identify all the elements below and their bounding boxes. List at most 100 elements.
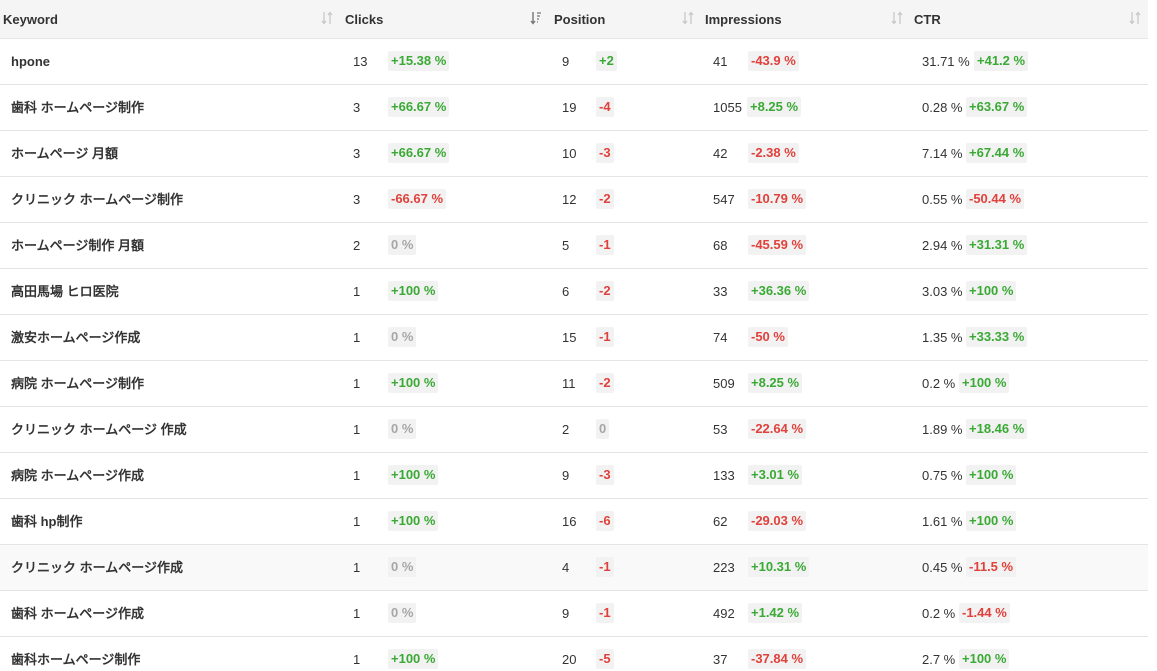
clicks-change-badge: +100 % — [388, 373, 439, 393]
position-value: 19 — [562, 100, 577, 115]
clicks-change-badge: 0 % — [388, 235, 417, 255]
impressions-change-badge: +8.25 % — [748, 373, 803, 393]
impressions-change-badge: -22.64 % — [748, 419, 807, 439]
impressions-change-badge: -50 % — [748, 327, 788, 347]
impressions-value: 547 — [713, 192, 735, 207]
ctr-change-badge: +67.44 % — [966, 143, 1028, 163]
table-body: hpone 13 +15.38 % 9 +2 41 -43.9 % 31.71 % +41.2 … — [0, 39, 1148, 671]
table-row[interactable]: 高田馬場 ヒロ医院 1 +100 % 6 -2 33 +36.36 % 3.03 % +100 … — [0, 269, 1148, 315]
table-row[interactable]: クリニック ホームページ制作 3 -66.67 % 12 -2 547 -10.79 % 0.… — [0, 177, 1148, 223]
clicks-value: 1 — [353, 284, 361, 299]
table-row[interactable]: クリニック ホームページ作成 1 0 % 4 -1 223 +10.31 % 0.45 % -1… — [0, 545, 1148, 591]
table-row[interactable]: hpone 13 +15.38 % 9 +2 41 -43.9 % 31.71 % +41.2 … — [0, 39, 1148, 85]
keyword-cell: クリニック ホームページ 作成 — [11, 422, 187, 437]
keyword-cell: クリニック ホームページ制作 — [11, 192, 183, 207]
clicks-change-badge: +66.67 % — [388, 143, 450, 163]
ctr-value: 0.45 % — [922, 560, 963, 575]
position-value: 9 — [562, 468, 570, 483]
clicks-change-badge: +15.38 % — [388, 51, 450, 71]
sort-neutral-icon[interactable] — [321, 11, 333, 25]
table-row[interactable]: 歯科ホームページ制作 1 +100 % 20 -5 37 -37.84 % 2.7 % +100… — [0, 637, 1148, 671]
impressions-change-badge: -29.03 % — [748, 511, 807, 531]
table-row[interactable]: 激安ホームページ作成 1 0 % 15 -1 74 -50 % 1.35 % +33.33 % — [0, 315, 1148, 361]
sort-neutral-icon[interactable] — [891, 11, 903, 25]
impressions-value: 68 — [713, 238, 728, 253]
clicks-change-badge: -66.67 % — [388, 189, 447, 209]
table-row[interactable]: ホームページ制作 月額 2 0 % 5 -1 68 -45.59 % 2.94 % +31.31… — [0, 223, 1148, 269]
table-row[interactable]: ホームページ 月額 3 +66.67 % 10 -3 42 -2.38 % 7.14 % +67… — [0, 131, 1148, 177]
impressions-value: 492 — [713, 606, 735, 621]
clicks-value: 1 — [353, 468, 361, 483]
ctr-change-badge: +100 % — [966, 281, 1017, 301]
ctr-change-badge: +100 % — [959, 649, 1010, 669]
ctr-value: 3.03 % — [922, 284, 963, 299]
impressions-value: 1055 — [713, 100, 742, 115]
ctr-change-badge: +31.31 % — [966, 235, 1028, 255]
column-header-impressions[interactable]: Impressions — [705, 0, 782, 38]
clicks-value: 3 — [353, 100, 361, 115]
impressions-change-badge: -2.38 % — [748, 143, 799, 163]
clicks-change-badge: 0 % — [388, 327, 417, 347]
position-value: 20 — [562, 652, 577, 667]
ctr-change-badge: +63.67 % — [966, 97, 1028, 117]
clicks-value: 1 — [353, 560, 361, 575]
position-change-badge: -6 — [596, 511, 614, 531]
keyword-cell: 病院 ホームページ作成 — [11, 468, 144, 483]
clicks-change-badge: +100 % — [388, 649, 439, 669]
position-change-badge: -1 — [596, 603, 614, 623]
sort-neutral-icon[interactable] — [1129, 11, 1141, 25]
ctr-value: 1.35 % — [922, 330, 963, 345]
table-row[interactable]: 歯科 hp制作 1 +100 % 16 -6 62 -29.03 % 1.61 % +100 % — [0, 499, 1148, 545]
keyword-cell: 歯科ホームページ制作 — [11, 652, 141, 667]
ctr-value: 7.14 % — [922, 146, 963, 161]
sort-neutral-icon[interactable] — [682, 11, 694, 25]
position-change-badge: -1 — [596, 557, 614, 577]
clicks-value: 1 — [353, 376, 361, 391]
clicks-value: 1 — [353, 330, 361, 345]
impressions-value: 62 — [713, 514, 728, 529]
ctr-value: 0.2 % — [922, 606, 956, 621]
ctr-value: 31.71 % — [922, 54, 970, 69]
table-row[interactable]: 歯科 ホームページ作成 1 0 % 9 -1 492 +1.42 % 0.2 % -1.44 % — [0, 591, 1148, 637]
impressions-change-badge: -45.59 % — [748, 235, 807, 255]
position-change-badge: -2 — [596, 281, 614, 301]
keyword-table: Keyword Clicks Position Impressions CTR … — [0, 0, 1148, 671]
sort-descending-icon[interactable] — [530, 11, 542, 25]
position-value: 16 — [562, 514, 577, 529]
clicks-change-badge: +66.67 % — [388, 97, 450, 117]
ctr-value: 0.75 % — [922, 468, 963, 483]
position-value: 9 — [562, 606, 570, 621]
position-value: 6 — [562, 284, 570, 299]
position-change-badge: 0 — [596, 419, 610, 439]
column-header-position[interactable]: Position — [554, 0, 605, 38]
ctr-value: 1.61 % — [922, 514, 963, 529]
clicks-value: 1 — [353, 652, 361, 667]
clicks-value: 1 — [353, 514, 361, 529]
position-change-badge: -1 — [596, 327, 614, 347]
ctr-change-badge: +33.33 % — [966, 327, 1028, 347]
impressions-change-badge: +1.42 % — [748, 603, 803, 623]
impressions-change-badge: -37.84 % — [748, 649, 807, 669]
table-row[interactable]: 歯科 ホームページ制作 3 +66.67 % 19 -4 1055 +8.25 % 0.28 … — [0, 85, 1148, 131]
column-header-ctr[interactable]: CTR — [914, 0, 941, 38]
impressions-value: 74 — [713, 330, 728, 345]
table-row[interactable]: 病院 ホームページ制作 1 +100 % 11 -2 509 +8.25 % 0.2 % +10… — [0, 361, 1148, 407]
impressions-change-badge: +3.01 % — [748, 465, 803, 485]
position-value: 9 — [562, 54, 570, 69]
ctr-change-badge: +100 % — [966, 511, 1017, 531]
keyword-cell: 歯科 hp制作 — [11, 514, 83, 529]
ctr-change-badge: -11.5 % — [966, 557, 1017, 577]
clicks-value: 3 — [353, 192, 361, 207]
ctr-change-badge: -1.44 % — [959, 603, 1010, 623]
table-row[interactable]: クリニック ホームページ 作成 1 0 % 2 0 53 -22.64 % 1.89 % +18… — [0, 407, 1148, 453]
position-value: 15 — [562, 330, 577, 345]
impressions-change-badge: +36.36 % — [748, 281, 810, 301]
table-row[interactable]: 病院 ホームページ作成 1 +100 % 9 -3 133 +3.01 % 0.75 % +10… — [0, 453, 1148, 499]
position-change-badge: -3 — [596, 143, 614, 163]
clicks-value: 2 — [353, 238, 361, 253]
ctr-value: 0.2 % — [922, 376, 956, 391]
keyword-cell: 激安ホームページ作成 — [11, 330, 141, 345]
column-header-clicks[interactable]: Clicks — [345, 0, 383, 38]
clicks-change-badge: +100 % — [388, 281, 439, 301]
column-header-keyword[interactable]: Keyword — [3, 0, 58, 38]
